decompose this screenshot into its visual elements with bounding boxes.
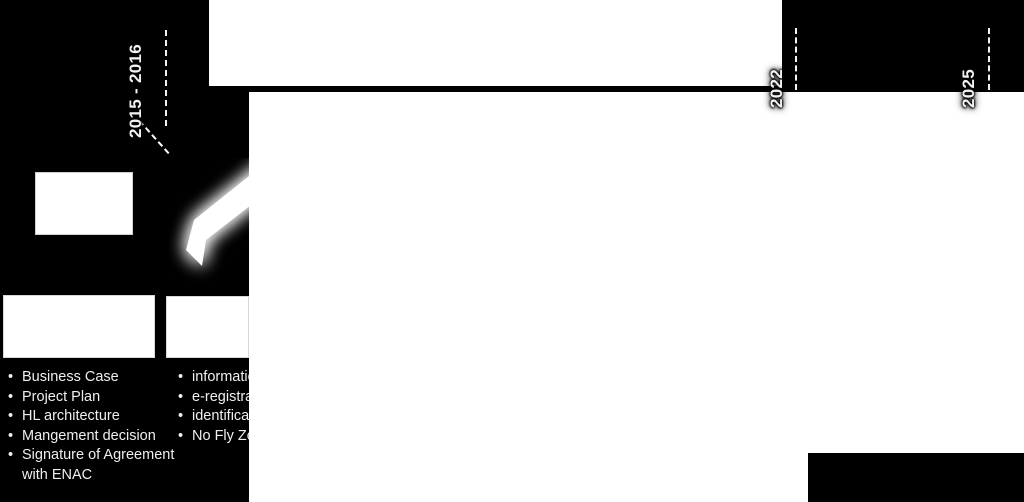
redacted-main-body bbox=[249, 92, 1024, 502]
redacted-bottom-right-block bbox=[808, 453, 1024, 502]
phase-2-bullet-list: information e-registration identificatio… bbox=[178, 368, 249, 446]
timeline-year-2022: 2022 bbox=[767, 68, 786, 108]
list-item: No Fly Zone bbox=[178, 427, 249, 447]
leader-line-2022 bbox=[795, 28, 797, 90]
list-item-continuation: with ENAC bbox=[22, 466, 93, 483]
list-item: information bbox=[178, 368, 249, 388]
timeline-year-2015-2016: 2015 - 2016 bbox=[126, 43, 145, 138]
phase-1-header-plate bbox=[3, 295, 155, 358]
roadmap-diagram-canvas: 2015 - 2016 2022 2025 • Business Case • … bbox=[0, 0, 1024, 502]
timeline-year-2025: 2025 bbox=[959, 68, 978, 108]
list-item: e-registration bbox=[178, 388, 249, 408]
list-item: identification bbox=[178, 407, 249, 427]
leader-line-2025 bbox=[988, 28, 990, 90]
redacted-top-banner bbox=[209, 0, 782, 86]
leader-line-2015-2016 bbox=[165, 30, 167, 126]
milestone-box bbox=[35, 172, 133, 235]
phase-2-bullet-clip: information e-registration identificatio… bbox=[166, 368, 249, 463]
phase-2-header-plate bbox=[166, 296, 249, 358]
